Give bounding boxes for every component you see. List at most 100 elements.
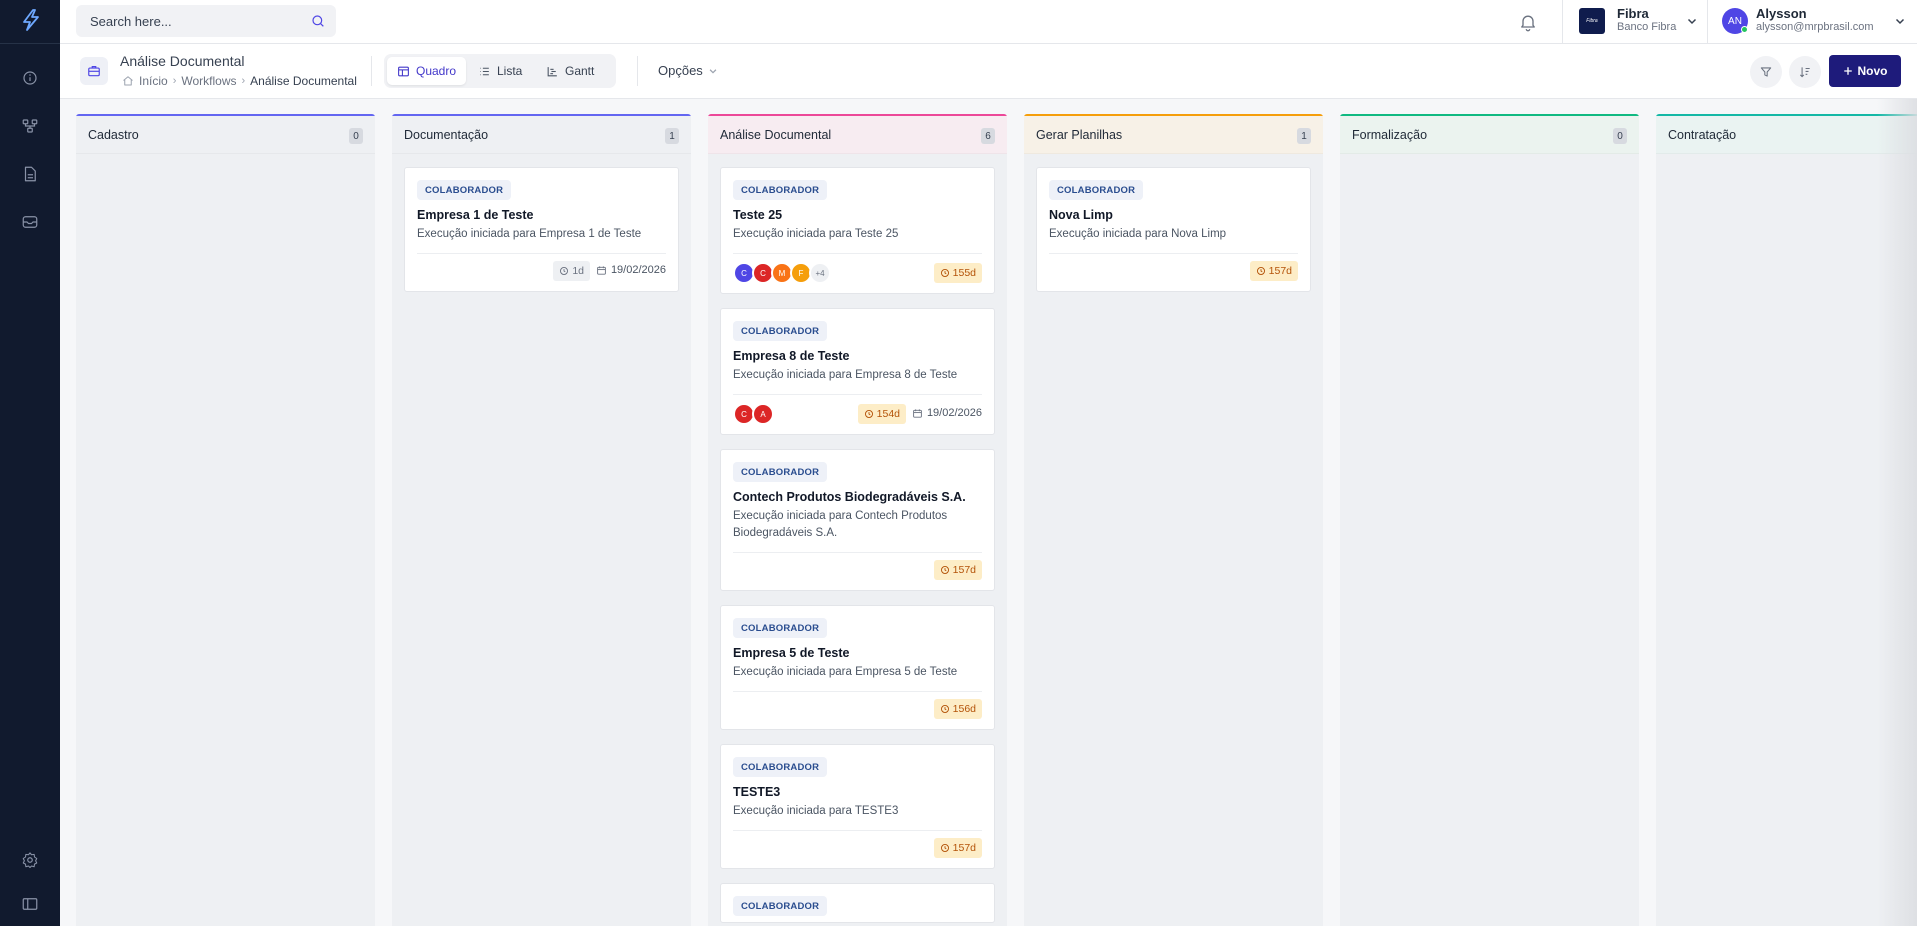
home-icon[interactable] <box>122 75 134 87</box>
assignee-avatar[interactable]: A <box>752 403 774 425</box>
due-date-text: 19/02/2026 <box>926 407 982 419</box>
org-chevron-down-icon[interactable] <box>1686 15 1698 27</box>
breadcrumb-item-workflows[interactable]: Workflows <box>181 74 236 88</box>
more-assignees-badge[interactable]: +4 <box>809 262 831 284</box>
view-switcher: Quadro Lista Gantt <box>384 54 616 88</box>
org-logo[interactable]: Fibra <box>1579 8 1605 34</box>
user-chevron-down-icon[interactable] <box>1894 15 1906 27</box>
new-button[interactable]: Novo <box>1829 55 1901 87</box>
age-badge: 157d <box>933 838 982 858</box>
tab-lista[interactable]: Lista <box>468 57 532 85</box>
task-card[interactable]: COLABORADOR Empresa 1 de Teste Execução in… <box>404 167 679 292</box>
card-description: Execução iniciada para Teste 25 <box>733 228 899 240</box>
app-logo-icon[interactable] <box>19 8 43 32</box>
task-card[interactable]: COLABORADOR <box>720 883 995 923</box>
role-badge: COLABORADOR <box>1049 180 1144 200</box>
gantt-icon <box>547 66 557 76</box>
breadcrumb-chevron-icon: › <box>172 75 177 87</box>
task-card[interactable]: COLABORADOR Empresa 8 de Teste Execução in… <box>720 308 995 435</box>
card-divider <box>417 253 666 254</box>
workflow-briefcase-icon <box>80 57 108 85</box>
due-date: 19/02/2026 <box>596 264 666 276</box>
card-title: Empresa 1 de Teste <box>417 208 534 222</box>
task-card[interactable]: COLABORADOR Teste 25 Execução iniciada par… <box>720 167 995 294</box>
org-name[interactable]: Fibra <box>1617 6 1649 21</box>
card-title: TESTE3 <box>733 785 781 799</box>
role-badge: COLABORADOR <box>733 618 828 638</box>
tab-gantt-label: Gantt <box>565 64 595 78</box>
org-subtitle: Banco Fibra <box>1617 21 1677 33</box>
column-header[interactable]: Formalização 0 <box>1340 116 1639 154</box>
topbar-divider <box>1707 0 1708 44</box>
calendar-icon <box>913 408 922 418</box>
board-column: Análise Documental 6 COLABORADOR Teste 25 Ex… <box>708 114 1007 926</box>
breadcrumb-item-current: Análise Documental <box>250 74 357 88</box>
age-badge-text: 1d <box>572 265 584 277</box>
card-title: Empresa 8 de Teste <box>733 349 850 363</box>
panel-icon[interactable] <box>21 895 39 913</box>
sidebar-divider <box>0 43 60 44</box>
user-name[interactable]: Alysson <box>1756 6 1807 21</box>
online-status-dot <box>1741 26 1748 33</box>
search-box <box>76 5 336 37</box>
task-card[interactable]: COLABORADOR Nova Limp Execução iniciada pa… <box>1036 167 1311 292</box>
card-title: Empresa 5 de Teste <box>733 646 850 660</box>
document-icon[interactable] <box>21 165 39 183</box>
workflow-icon[interactable] <box>21 117 39 135</box>
sort-button[interactable] <box>1789 56 1821 88</box>
task-card[interactable]: COLABORADOR TESTE3 Execução iniciada para … <box>720 744 995 869</box>
sort-icon <box>1799 67 1810 78</box>
sidebar <box>0 0 60 926</box>
card-divider <box>733 394 982 395</box>
assignee-avatars[interactable]: CA <box>733 403 774 425</box>
filter-button[interactable] <box>1750 56 1782 88</box>
board-column: Formalização 0 <box>1340 114 1639 926</box>
bell-icon[interactable] <box>1518 12 1538 32</box>
role-badge: COLABORADOR <box>733 321 828 341</box>
gear-icon[interactable] <box>21 851 39 869</box>
search-input[interactable] <box>76 5 306 37</box>
card-title: Contech Produtos Biodegradáveis S.A. <box>733 490 966 504</box>
card-title: Nova Limp <box>1049 208 1113 222</box>
due-date: 19/02/2026 <box>912 407 982 419</box>
breadcrumb-chevron-icon: › <box>241 75 246 87</box>
column-count-badge: 0 <box>1613 128 1627 144</box>
card-description: Execução iniciada para Empresa 8 de Test… <box>733 369 958 381</box>
card-divider <box>733 830 982 831</box>
role-badge: COLABORADOR <box>733 462 828 482</box>
column-header[interactable]: Análise Documental 6 <box>708 116 1007 154</box>
column-header[interactable]: Cadastro 0 <box>76 116 375 154</box>
task-card[interactable]: COLABORADOR Empresa 5 de Teste Execução in… <box>720 605 995 730</box>
due-date-text: 19/02/2026 <box>610 264 666 276</box>
tab-gantt[interactable]: Gantt <box>536 57 604 85</box>
card-divider <box>1049 253 1298 254</box>
role-badge: COLABORADOR <box>417 180 512 200</box>
tab-quadro-label: Quadro <box>416 64 457 78</box>
column-header[interactable]: Gerar Planilhas 1 <box>1024 116 1323 154</box>
role-badge: COLABORADOR <box>733 896 828 916</box>
header-divider <box>371 56 372 86</box>
card-description: Execução iniciada para Empresa 5 de Test… <box>733 666 958 678</box>
inbox-icon[interactable] <box>21 213 39 231</box>
board-column: Gerar Planilhas 1 COLABORADOR Nova Limp Exec… <box>1024 114 1323 926</box>
board-column: Cadastro 0 <box>76 114 375 926</box>
tab-quadro[interactable]: Quadro <box>387 57 467 85</box>
new-button-label: Novo <box>1857 64 1888 78</box>
age-badge: 155d <box>933 263 982 283</box>
task-card[interactable]: COLABORADOR Contech Produtos Biodegradáve… <box>720 449 995 591</box>
clock-icon <box>940 705 949 713</box>
options-dropdown[interactable]: Opções <box>658 63 718 78</box>
column-title: Formalização <box>1352 128 1428 142</box>
column-title: Cadastro <box>88 128 139 142</box>
breadcrumb-item-inicio[interactable]: Início <box>139 74 168 88</box>
column-header[interactable]: Documentação 1 <box>392 116 691 154</box>
info-icon[interactable] <box>21 69 39 87</box>
card-description: Execução iniciada para TESTE3 <box>733 805 899 817</box>
card-divider <box>733 691 982 692</box>
assignee-avatars[interactable]: C C M F +4 <box>733 262 831 284</box>
board-column: Documentação 1 COLABORADOR Empresa 1 de Tes… <box>392 114 691 926</box>
board-icon <box>398 66 409 76</box>
search-icon[interactable] <box>310 13 326 29</box>
calendar-icon <box>597 265 606 275</box>
breadcrumb: Início › Workflows › Análise Documental <box>122 74 357 88</box>
